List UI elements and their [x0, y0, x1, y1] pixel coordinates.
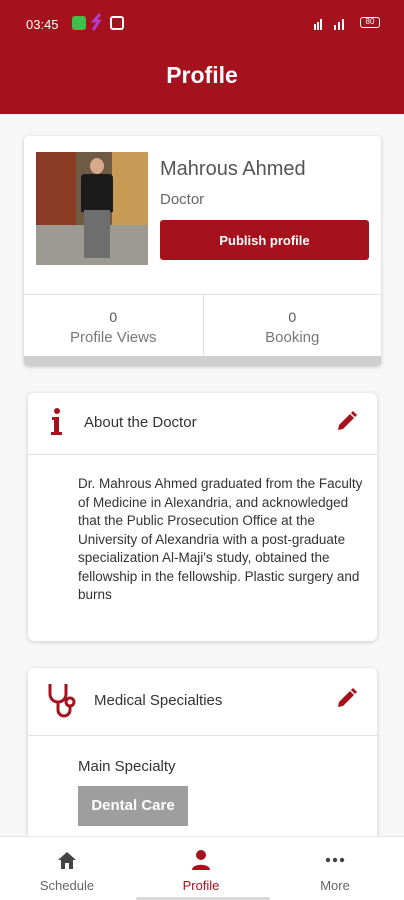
specialty-chip: Dental Care [78, 786, 188, 826]
message-icon [110, 16, 124, 30]
stat-label: Profile Views [70, 329, 157, 346]
specialties-header: Medical Specialties [28, 668, 377, 736]
stat-value: 0 [288, 309, 297, 325]
battery-icon: 80 [360, 17, 380, 28]
stat-booking: 0 Booking [202, 295, 382, 356]
info-icon [48, 407, 66, 437]
about-doctor-card: About the Doctor Dr. Mahrous Ahmed gradu… [28, 393, 377, 641]
nav-profile[interactable]: Profile [134, 837, 268, 900]
nav-label: More [320, 878, 350, 893]
doctor-photo[interactable] [36, 152, 148, 265]
status-time: 03:45 [26, 17, 59, 32]
stat-label: Booking [265, 329, 320, 346]
profile-card: Mahrous Ahmed Doctor Publish profile 0 P… [24, 136, 381, 366]
doctor-role: Doctor [160, 191, 205, 208]
more-icon [325, 857, 345, 863]
card-bottom-strip [24, 356, 381, 366]
nav-label: Profile [182, 878, 220, 893]
nav-more[interactable]: More [268, 837, 402, 900]
person-icon [192, 850, 210, 870]
about-header: About the Doctor [28, 393, 377, 455]
bottom-nav: Schedule Profile More [0, 836, 404, 900]
nav-schedule[interactable]: Schedule [0, 837, 134, 900]
signal-icon [314, 18, 354, 33]
stethoscope-icon [44, 680, 80, 720]
about-title: About the Doctor [84, 414, 197, 431]
app-header: 03:45 80 Profile [0, 0, 404, 114]
status-bar: 03:45 80 [0, 0, 404, 50]
nav-label: Schedule [39, 878, 95, 893]
viber-icon [90, 12, 104, 32]
main-specialty-label: Main Specialty [78, 758, 176, 775]
edit-about-icon[interactable] [335, 411, 357, 433]
stat-value: 0 [109, 309, 118, 325]
home-icon [58, 852, 76, 869]
app-notification-icon [72, 16, 86, 30]
medical-specialties-card: Medical Specialties Main Specialty Denta… [28, 668, 377, 848]
publish-profile-button[interactable]: Publish profile [160, 220, 369, 260]
about-text: Dr. Mahrous Ahmed graduated from the Fac… [78, 476, 363, 602]
edit-specialties-icon[interactable] [335, 688, 357, 710]
profile-stats: 0 Profile Views 0 Booking [24, 294, 381, 356]
doctor-name: Mahrous Ahmed [160, 158, 306, 180]
specialties-title: Medical Specialties [94, 692, 223, 709]
page-title: Profile [166, 62, 238, 88]
stat-profile-views: 0 Profile Views [24, 295, 203, 356]
battery-level: 80 [365, 17, 375, 26]
